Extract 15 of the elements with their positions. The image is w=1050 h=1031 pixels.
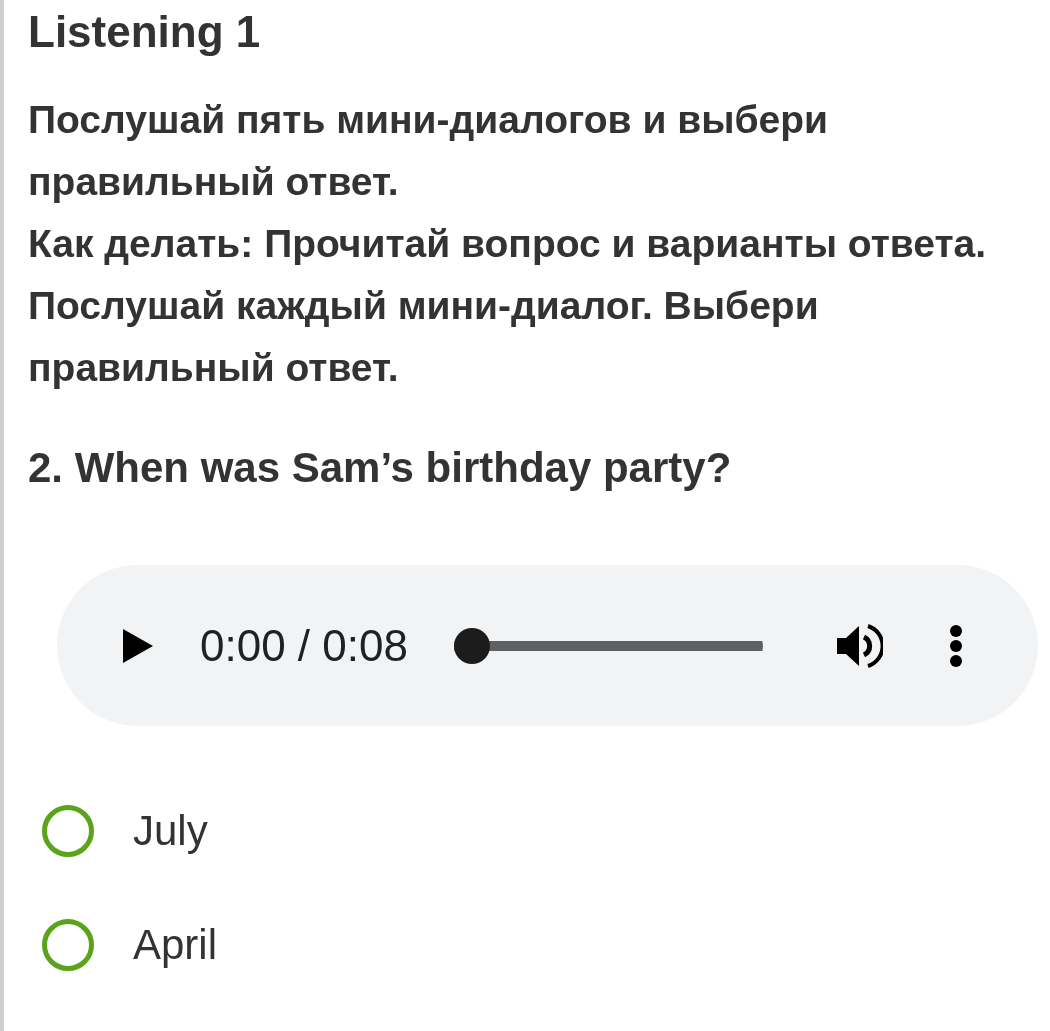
play-button[interactable]	[123, 628, 153, 663]
instruction-text: Как делать: Прочитай вопрос и варианты ответа. Послушай каждый мини-диалог. Выбери правильный ответ.	[28, 221, 987, 391]
option-label[interactable]: April	[133, 917, 218, 973]
more-options-button[interactable]	[948, 624, 963, 667]
question-text: 2. When was Sam’s birthday party?	[28, 443, 732, 493]
instruction-text: Послушай пять мини-диалогов и выбери правильный ответ.	[28, 97, 830, 205]
page-title: Listening 1	[28, 6, 261, 58]
radio-button[interactable]	[42, 805, 94, 857]
radio-button[interactable]	[42, 919, 94, 971]
slider-thumb[interactable]	[453, 627, 490, 664]
volume-icon	[836, 622, 883, 669]
volume-button[interactable]	[836, 622, 883, 669]
more-icon	[948, 624, 963, 667]
time-display: 0:00 / 0:08	[200, 620, 408, 671]
option-label[interactable]: July	[133, 803, 208, 859]
